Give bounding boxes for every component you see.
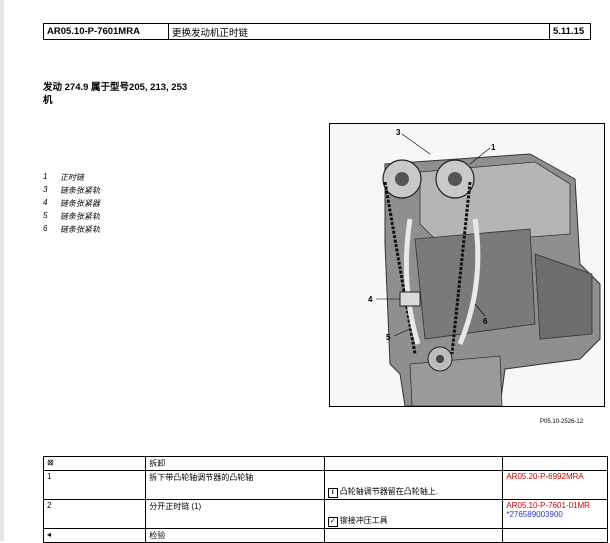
legend-item: 6 链条张紧轨 xyxy=(43,224,100,234)
legend-item: 4 链条张紧器 xyxy=(43,198,100,208)
left-margin-bar xyxy=(0,0,4,541)
legend-item: 3 链条张紧轨 xyxy=(43,185,100,195)
doc-title: 更换发动机正时链 xyxy=(168,23,550,40)
doc-version: 5.11.15 xyxy=(549,23,591,40)
table-row: 1 拆下带凸轮轴调节器的凸轮轴 i 凸轮轴调节器留在凸轮轴上. AR05.20-P… xyxy=(42,470,608,500)
table-row: ⊠ 拆卸 xyxy=(42,456,608,471)
document-header: AR05.10-P-7601MRA 更换发动机正时链 5.11.15 xyxy=(43,23,591,40)
callout-4: 4 xyxy=(368,295,373,304)
table-row: 2 分开正时链 (1) ✓ 铆接冲压工具 AR05.10-P-7601-01MR *… xyxy=(42,499,608,529)
callout-6: 6 xyxy=(483,317,488,326)
engine-timing-chain-illustration: 3 1 4 5 6 xyxy=(329,123,605,407)
ref-link[interactable]: AR05.10-P-7601-01MR xyxy=(506,501,604,510)
legend-item: 5 链条张紧轨 xyxy=(43,211,100,221)
tool-icon: ✓ xyxy=(327,517,338,527)
info-icon: i xyxy=(327,488,338,498)
legend-item: 1 正时链 xyxy=(43,172,84,182)
callout-1: 1 xyxy=(491,143,496,152)
ref-link[interactable]: AR05.20-P-6992MRA xyxy=(502,470,608,500)
legend-list: 1 正时链 3 链条张紧轨 4 链条张紧器 5 链条张紧轨 6 链条张紧轨 xyxy=(43,172,100,237)
removal-icon: ⊠ xyxy=(42,456,147,471)
doc-code: AR05.10-P-7601MRA xyxy=(43,23,169,40)
engine-drawing: 3 1 4 5 6 xyxy=(330,124,604,406)
figure-reference: P05.10-2526-12 xyxy=(540,419,584,425)
callout-5: 5 xyxy=(386,333,391,342)
engine-applicability: 发动 274.9 属于型号205, 213, 253 机 xyxy=(43,82,188,106)
table-row: ◂ 检验 xyxy=(42,528,608,543)
procedure-table: ⊠ 拆卸 1 拆下带凸轮轴调节器的凸轮轴 i 凸轮轴调节器留在凸轮轴上. AR05… xyxy=(42,456,608,543)
inspection-icon: ◂ xyxy=(42,528,147,543)
tool-ref-link[interactable]: *276589003900 xyxy=(506,510,604,519)
callout-3: 3 xyxy=(396,128,401,137)
